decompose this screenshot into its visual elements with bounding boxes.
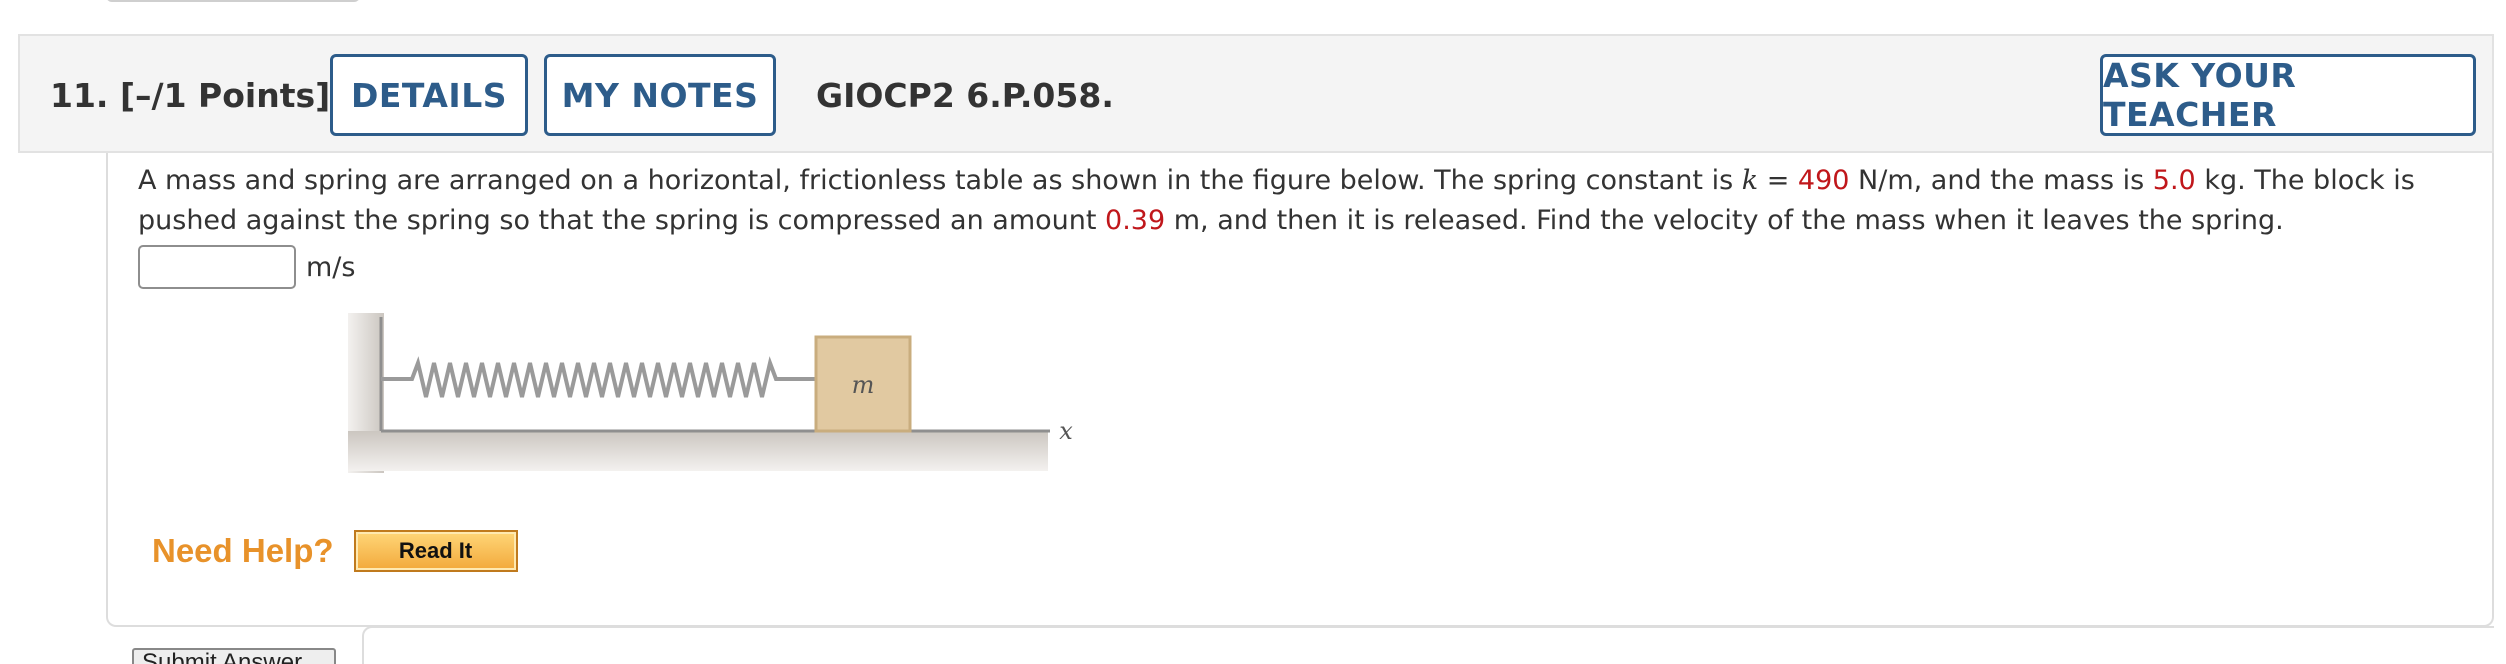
- question-points: [–/1 Points]: [119, 76, 331, 115]
- problem-text: A mass and spring are arranged on a hori…: [138, 165, 1742, 196]
- question-body: A mass and spring are arranged on a hori…: [106, 153, 2494, 627]
- problem-statement: A mass and spring are arranged on a hori…: [138, 161, 2478, 241]
- spring: [381, 356, 816, 398]
- question-header: 11. [–/1 Points] DETAILS MY NOTES GIOCP2…: [18, 34, 2494, 153]
- submit-answer-button[interactable]: Submit Answer: [132, 648, 336, 664]
- mass-label: m: [852, 371, 875, 399]
- answer-feedback-panel: [362, 626, 2494, 664]
- spring-constant-value: 490: [1797, 165, 1850, 196]
- answer-row: m/s: [138, 245, 355, 289]
- ask-teacher-button[interactable]: ASK YOUR TEACHER: [2100, 54, 2476, 136]
- problem-text: =: [1758, 165, 1798, 196]
- axis-label: x: [1059, 417, 1073, 445]
- compression-value: 0.39: [1105, 205, 1166, 236]
- mass-value: 5.0: [2152, 165, 2196, 196]
- question-code: GIOCP2 6.P.058.: [816, 76, 1114, 115]
- velocity-answer-input[interactable]: [138, 245, 296, 289]
- question-number: 11. [–/1 Points]: [50, 76, 330, 115]
- read-it-button[interactable]: Read It: [353, 530, 518, 572]
- table-surface: [348, 431, 1048, 471]
- question-number-value: 11.: [50, 76, 109, 115]
- my-notes-button[interactable]: MY NOTES: [544, 54, 776, 136]
- previous-panel-edge: [106, 0, 360, 2]
- problem-text: N/m, and the mass is: [1849, 165, 2153, 196]
- details-button[interactable]: DETAILS: [330, 54, 528, 136]
- help-row: Need Help? Read It: [152, 530, 518, 572]
- need-help-label: Need Help?: [152, 532, 334, 569]
- spring-constant-symbol: k: [1741, 165, 1759, 196]
- answer-unit: m/s: [306, 251, 356, 283]
- problem-text: m, and then it is released. Find the vel…: [1165, 205, 2284, 236]
- spring-mass-figure: m x: [348, 313, 1073, 473]
